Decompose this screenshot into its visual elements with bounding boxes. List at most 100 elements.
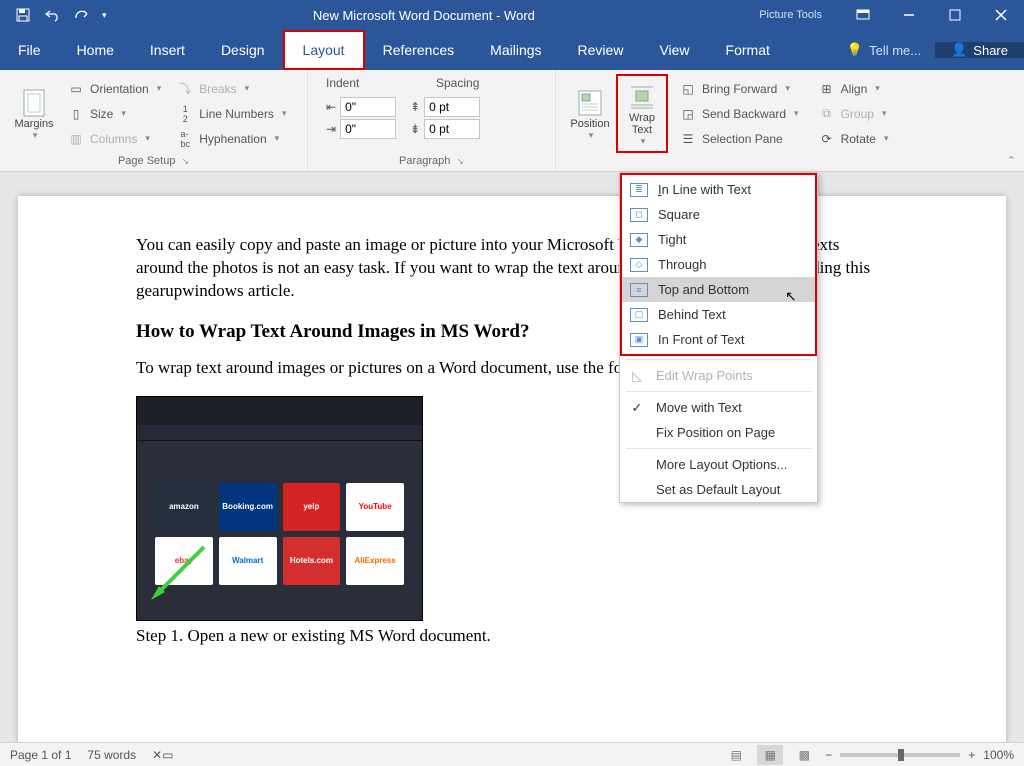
window-title: New Microsoft Word Document - Word: [107, 8, 742, 23]
spacing-after-input[interactable]: ⇟: [410, 118, 480, 140]
wrap-behind[interactable]: ▢Behind Text: [622, 302, 815, 327]
paragraph-launcher-icon[interactable]: ↘: [456, 156, 464, 167]
ribbon-tabs: File Home Insert Design Layout Reference…: [0, 30, 1024, 70]
title-bar: ▾ New Microsoft Word Document - Word Pic…: [0, 0, 1024, 30]
maximize-icon[interactable]: [932, 0, 978, 30]
undo-icon[interactable]: [40, 2, 66, 28]
fix-position[interactable]: Fix Position on Page: [620, 420, 817, 445]
tab-mailings[interactable]: Mailings: [472, 30, 559, 70]
web-layout-icon[interactable]: ▩: [791, 745, 817, 765]
document-page[interactable]: You can easily copy and paste an image o…: [18, 196, 1006, 742]
tell-me[interactable]: 💡 Tell me...: [833, 42, 935, 58]
indent-left-input[interactable]: ⇤: [326, 96, 396, 118]
zoom-out-button[interactable]: −: [825, 748, 832, 762]
zoom-slider[interactable]: [840, 753, 960, 757]
tab-home[interactable]: Home: [59, 30, 132, 70]
group-button[interactable]: ⧉Group▾: [815, 103, 893, 125]
tab-layout[interactable]: Layout: [283, 30, 365, 70]
proofing-icon[interactable]: ✕▭: [152, 748, 173, 762]
selection-pane-button[interactable]: ☰Selection Pane: [676, 128, 803, 150]
wrap-through[interactable]: ◇Through: [622, 252, 815, 277]
embedded-image[interactable]: amazon Booking.com yelp YouTube ebay Wal…: [136, 396, 423, 621]
tile: Booking.com: [219, 483, 277, 531]
paragraph-label: Paragraph: [399, 155, 450, 167]
line-numbers-icon: 12: [177, 106, 193, 122]
print-layout-icon[interactable]: ▦: [757, 745, 783, 765]
close-icon[interactable]: [978, 0, 1024, 30]
send-backward-button[interactable]: ◲Send Backward▾: [676, 103, 803, 125]
breaks-button[interactable]: ⤵Breaks▾: [173, 78, 290, 100]
tile: AliExpress: [346, 537, 404, 585]
columns-button[interactable]: ▥Columns▾: [64, 128, 165, 150]
more-layout-options[interactable]: More Layout Options...: [620, 452, 817, 477]
tab-view[interactable]: View: [641, 30, 707, 70]
cursor-icon: ↖: [785, 288, 797, 305]
share-icon: 👤: [951, 42, 967, 58]
tab-design[interactable]: Design: [203, 30, 283, 70]
margins-label: Margins: [14, 118, 53, 130]
page-count[interactable]: Page 1 of 1: [10, 748, 71, 762]
spacing-before-input[interactable]: ⇞: [410, 96, 480, 118]
read-mode-icon[interactable]: ▤: [723, 745, 749, 765]
selection-pane-icon: ☰: [680, 131, 696, 147]
set-default-layout[interactable]: Set as Default Layout: [620, 477, 817, 502]
position-button[interactable]: Position▾: [564, 74, 616, 153]
line-numbers-button[interactable]: 12Line Numbers▾: [173, 103, 290, 125]
spacing-before-icon: ⇞: [410, 100, 420, 114]
zoom-in-button[interactable]: +: [968, 748, 975, 762]
rotate-button[interactable]: ⟳Rotate▾: [815, 128, 893, 150]
page-setup-label: Page Setup: [118, 155, 176, 167]
document-area: You can easily copy and paste an image o…: [0, 172, 1024, 742]
size-button[interactable]: ▯Size▾: [64, 103, 165, 125]
status-bar: Page 1 of 1 75 words ✕▭ ▤ ▦ ▩ − + 100%: [0, 742, 1024, 766]
edit-points-icon: ◺: [628, 368, 646, 384]
tab-format[interactable]: Format: [708, 30, 788, 70]
margins-button[interactable]: Margins ▾: [8, 74, 60, 153]
redo-icon[interactable]: [70, 2, 96, 28]
size-icon: ▯: [68, 106, 84, 122]
tell-me-label: Tell me...: [869, 43, 921, 58]
tile: amazon: [155, 483, 213, 531]
orientation-button[interactable]: ▭Orientation▾: [64, 78, 165, 100]
wrap-square[interactable]: ◻Square: [622, 202, 815, 227]
wrap-text-button[interactable]: Wrap Text▾: [616, 74, 668, 153]
wrap-through-icon: ◇: [630, 258, 648, 272]
spacing-label: Spacing: [436, 76, 479, 90]
wrap-square-icon: ◻: [630, 208, 648, 222]
wrap-behind-icon: ▢: [630, 308, 648, 322]
align-icon: ⊞: [819, 81, 835, 97]
hyphenation-button[interactable]: a-bcHyphenation▾: [173, 128, 290, 150]
wrap-tight[interactable]: ◆Tight: [622, 227, 815, 252]
word-count[interactable]: 75 words: [87, 748, 136, 762]
tile: ebay: [155, 537, 213, 585]
lightbulb-icon: 💡: [847, 42, 863, 58]
send-backward-icon: ◲: [680, 106, 696, 122]
spacing-after-icon: ⇟: [410, 122, 420, 136]
align-button[interactable]: ⊞Align▾: [815, 78, 893, 100]
hyphenation-icon: a-bc: [177, 131, 193, 147]
wrap-in-front[interactable]: ▣In Front of Text: [622, 327, 815, 352]
ribbon-options-icon[interactable]: [840, 0, 886, 30]
tab-file[interactable]: File: [0, 30, 59, 70]
tile: Hotels.com: [283, 537, 341, 585]
save-icon[interactable]: [10, 2, 36, 28]
indent-label: Indent: [326, 76, 436, 90]
move-with-text[interactable]: ✓Move with Text: [620, 395, 817, 420]
wrap-text-label: Wrap Text: [629, 112, 655, 136]
tab-insert[interactable]: Insert: [132, 30, 203, 70]
bring-forward-button[interactable]: ◱Bring Forward▾: [676, 78, 803, 100]
page-setup-launcher-icon[interactable]: ↘: [181, 156, 189, 167]
wrap-in-line[interactable]: ≣IIn Line with Textn Line with Text: [622, 177, 815, 202]
indent-left-icon: ⇤: [326, 100, 336, 114]
minimize-icon[interactable]: [886, 0, 932, 30]
orientation-icon: ▭: [68, 81, 84, 97]
share-button[interactable]: 👤 Share: [935, 42, 1024, 58]
tab-references[interactable]: References: [365, 30, 473, 70]
tab-review[interactable]: Review: [560, 30, 642, 70]
indent-right-input[interactable]: ⇥: [326, 118, 396, 140]
wrap-topbottom-icon: ≡: [630, 283, 648, 297]
zoom-level[interactable]: 100%: [983, 748, 1014, 762]
share-label: Share: [973, 43, 1008, 58]
collapse-ribbon-icon[interactable]: ⌃: [1007, 154, 1016, 167]
edit-wrap-points[interactable]: ◺Edit Wrap Points: [620, 363, 817, 388]
